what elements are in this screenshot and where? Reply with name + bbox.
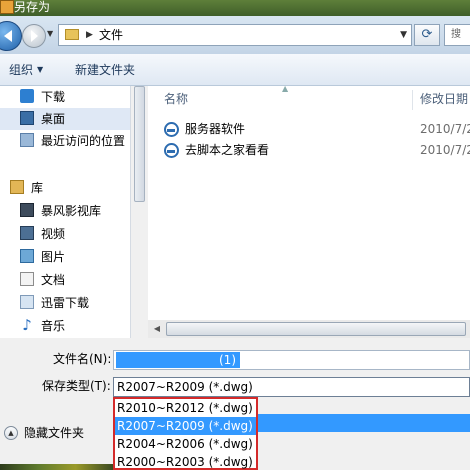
filename-input[interactable]: (1) [113, 350, 470, 370]
video-library-icon [20, 203, 34, 217]
sidebar-item-label: 最近访问的位置 [41, 134, 126, 148]
address-bar[interactable]: ▶ 文件 ▼ [58, 24, 412, 46]
address-dropdown-icon[interactable]: ▼ [400, 28, 407, 42]
folder-icon [65, 29, 79, 40]
shortcut-icon [164, 143, 179, 158]
recent-pages-chevron-icon[interactable]: ▼ [47, 30, 55, 38]
dropdown-option[interactable]: R2000~R2003 (*.dwg) [115, 453, 256, 470]
filetype-dropdown-list: R2010~R2012 (*.dwg) R2007~R2009 (*.dwg) … [113, 397, 258, 470]
horizontal-scrollbar[interactable]: ◀ [148, 320, 470, 338]
file-name: 去脚本之家看看 [185, 143, 270, 157]
navigation-pane: 下载 桌面 最近访问的位置 库 暴风影视库 视频 图片 文档 迅雷下载 ♪ 音乐 [0, 86, 130, 338]
navigation-bar: ▼ ▶ 文件 ▼ ⟳ 搜 [0, 16, 470, 54]
search-input[interactable]: 搜 [444, 24, 470, 46]
desktop-icon [20, 111, 34, 125]
table-row[interactable]: 服务器软件 2010/7/2 [148, 119, 470, 139]
sidebar-item-documents[interactable]: 文档 [0, 269, 130, 291]
sidebar-item-music[interactable]: ♪ 音乐 [0, 315, 130, 337]
filetype-label: 保存类型(T): [42, 379, 111, 393]
sidebar-item-label: 音乐 [41, 319, 66, 333]
file-date: 2010/7/2 [420, 122, 470, 136]
videos-icon [20, 226, 34, 240]
sidebar-item-label: 文档 [41, 273, 66, 287]
scroll-left-icon[interactable]: ◀ [148, 320, 166, 338]
sidebar-item-library[interactable]: 库 [0, 177, 130, 199]
app-icon [0, 0, 14, 14]
sidebar-item-video-library[interactable]: 暴风影视库 [0, 200, 130, 222]
dropdown-selection-highlight [258, 414, 470, 432]
sidebar-item-label: 库 [31, 181, 44, 195]
dropdown-option[interactable]: R2010~R2012 (*.dwg) [115, 399, 256, 417]
sidebar-item-recent-places[interactable]: 最近访问的位置 [0, 130, 130, 152]
table-row[interactable]: 去脚本之家看看 2010/7/2 [148, 140, 470, 160]
scrollbar-thumb[interactable] [134, 86, 145, 202]
column-header-name[interactable]: 名称 [164, 86, 188, 112]
save-as-dialog: 另存为 ▼ ▶ 文件 ▼ ⟳ 搜 组织 ▼ 新建文件夹 下载 桌面 最近访问的位… [0, 0, 470, 470]
library-icon [10, 180, 24, 194]
hide-folders-label: 隐藏文件夹 [24, 426, 85, 440]
filename-label: 文件名(N): [53, 352, 112, 366]
window-title: 另存为 [14, 0, 51, 14]
dropdown-option-selected[interactable]: R2007~R2009 (*.dwg) [115, 417, 256, 435]
xunlei-download-icon [20, 295, 34, 309]
chevron-up-icon: ▲ [4, 426, 18, 440]
file-name: 服务器软件 [185, 122, 246, 136]
sidebar-item-label: 图片 [41, 250, 66, 264]
sidebar-item-label: 视频 [41, 227, 66, 241]
organize-button[interactable]: 组织 [9, 62, 33, 78]
breadcrumb-folder[interactable]: 文件 [99, 27, 123, 43]
recent-places-icon [20, 133, 34, 147]
file-date: 2010/7/2 [420, 143, 470, 157]
new-folder-button[interactable]: 新建文件夹 [75, 62, 135, 78]
sort-ascending-icon: ▲ [282, 84, 289, 93]
filetype-select[interactable]: R2007~R2009 (*.dwg) [113, 377, 470, 397]
column-header-modified[interactable]: 修改日期 [420, 86, 468, 112]
filename-selected-text[interactable]: (1) [116, 352, 240, 368]
shortcut-icon [164, 122, 179, 137]
command-toolbar: 组织 ▼ 新建文件夹 [0, 54, 470, 86]
background-strip [0, 464, 113, 470]
title-bar[interactable]: 另存为 [0, 0, 470, 16]
sidebar-item-videos[interactable]: 视频 [0, 223, 130, 245]
breadcrumb-arrow-icon[interactable]: ▶ [86, 28, 93, 42]
forward-arrow-icon[interactable] [22, 24, 46, 48]
scrollbar-thumb[interactable] [166, 322, 466, 336]
pictures-icon [20, 249, 34, 263]
sidebar-item-label: 迅雷下载 [41, 296, 90, 310]
music-icon: ♪ [22, 316, 32, 334]
organize-chevron-icon[interactable]: ▼ [37, 63, 43, 77]
sidebar-item-label: 下载 [41, 90, 66, 104]
sidebar-item-downloads[interactable]: 下载 [0, 86, 130, 108]
sidebar-item-label: 暴风影视库 [41, 204, 102, 218]
back-arrow-icon[interactable] [0, 21, 22, 51]
file-list: 名称 ▲ 修改日期 服务器软件 2010/7/2 去脚本之家看看 2010/7/… [148, 84, 470, 320]
download-folder-icon [20, 89, 34, 103]
sidebar-item-xunlei-download[interactable]: 迅雷下载 [0, 292, 130, 314]
documents-icon [20, 272, 34, 286]
column-divider[interactable] [412, 90, 413, 110]
dropdown-option[interactable]: R2004~R2006 (*.dwg) [115, 435, 256, 453]
sidebar-item-label: 桌面 [41, 112, 66, 126]
sidebar-item-pictures[interactable]: 图片 [0, 246, 130, 268]
refresh-icon[interactable]: ⟳ [414, 24, 440, 46]
sidebar-item-desktop[interactable]: 桌面 [0, 108, 130, 130]
navigation-pane-scrollbar[interactable] [130, 86, 148, 338]
